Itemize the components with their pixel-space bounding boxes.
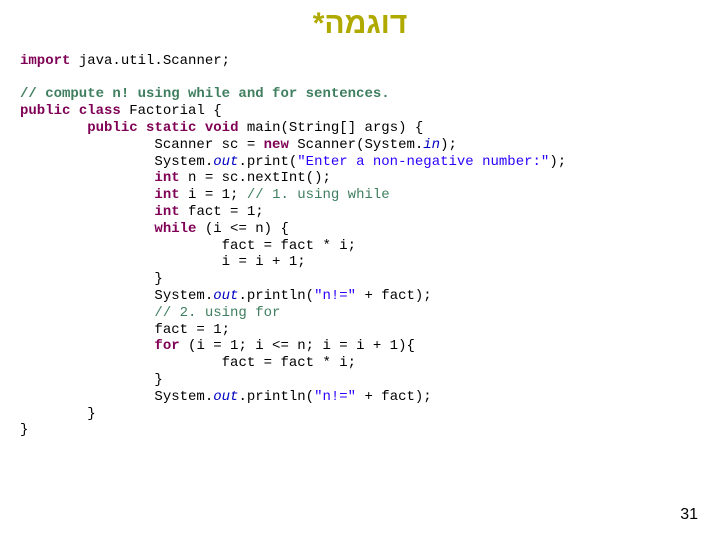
code-text: .println( xyxy=(238,288,314,304)
code-text: fact = 1; xyxy=(180,204,264,220)
code-field: in xyxy=(423,137,440,153)
code-text: + fact); xyxy=(356,389,432,405)
code-comment: // compute n! using while and for senten… xyxy=(20,86,390,102)
code-text: n = sc.nextInt(); xyxy=(180,170,331,186)
code-text: (i <= n) { xyxy=(196,221,288,237)
code-text: } xyxy=(154,372,162,388)
code-string: "Enter a non-negative number:" xyxy=(297,154,549,170)
code-text: } xyxy=(87,406,95,422)
code-indent xyxy=(20,389,154,405)
code-text: System. xyxy=(154,389,213,405)
code-kw: new xyxy=(264,137,289,153)
code-kw: while xyxy=(154,221,196,237)
code-indent xyxy=(20,338,154,354)
code-indent xyxy=(20,204,154,220)
code-text: .print( xyxy=(238,154,297,170)
code-indent xyxy=(20,170,154,186)
code-indent xyxy=(20,271,154,287)
code-indent xyxy=(20,355,222,371)
code-kw: void xyxy=(205,120,239,136)
code-kw: class xyxy=(79,103,121,119)
code-kw: public xyxy=(87,120,137,136)
code-text: } xyxy=(154,271,162,287)
code-string: "n!=" xyxy=(314,389,356,405)
code-block: import java.util.Scanner; // compute n! … xyxy=(0,36,720,439)
code-indent xyxy=(20,154,154,170)
code-comment: // 1. using while xyxy=(247,187,390,203)
code-kw: for xyxy=(154,338,179,354)
code-field: out xyxy=(213,154,238,170)
code-kw: int xyxy=(154,187,179,203)
code-text: (i = 1; i <= n; i = i + 1){ xyxy=(180,338,415,354)
code-text: + fact); xyxy=(356,288,432,304)
code-text: ); xyxy=(549,154,566,170)
code-text: Scanner(System. xyxy=(289,137,423,153)
code-indent xyxy=(20,120,87,136)
code-kw: int xyxy=(154,204,179,220)
page-number: 31 xyxy=(680,505,698,524)
code-text: Factorial { xyxy=(121,103,222,119)
code-indent xyxy=(20,221,154,237)
code-text: ); xyxy=(440,137,457,153)
code-text: java.util.Scanner; xyxy=(70,53,230,69)
code-text: System. xyxy=(154,154,213,170)
code-indent xyxy=(20,305,154,321)
code-indent xyxy=(20,372,154,388)
code-field: out xyxy=(213,288,238,304)
code-text: } xyxy=(20,422,28,438)
code-field: out xyxy=(213,389,238,405)
code-indent xyxy=(20,288,154,304)
code-kw: import xyxy=(20,53,70,69)
code-text: fact = fact * i; xyxy=(222,355,356,371)
code-string: "n!=" xyxy=(314,288,356,304)
code-indent xyxy=(20,137,154,153)
code-kw: public xyxy=(20,103,70,119)
code-text: System. xyxy=(154,288,213,304)
code-text: fact = 1; xyxy=(154,322,230,338)
code-text: Scanner sc = xyxy=(154,137,263,153)
code-indent xyxy=(20,254,222,270)
code-indent xyxy=(20,406,87,422)
code-text: i = 1; xyxy=(180,187,247,203)
code-text: .println( xyxy=(238,389,314,405)
code-indent xyxy=(20,187,154,203)
code-kw: static xyxy=(146,120,196,136)
code-comment: // 2. using for xyxy=(154,305,280,321)
code-indent xyxy=(20,322,154,338)
code-text: main(String[] args) { xyxy=(238,120,423,136)
code-indent xyxy=(20,238,222,254)
code-kw: int xyxy=(154,170,179,186)
code-text: i = i + 1; xyxy=(222,254,306,270)
code-text: fact = fact * i; xyxy=(222,238,356,254)
